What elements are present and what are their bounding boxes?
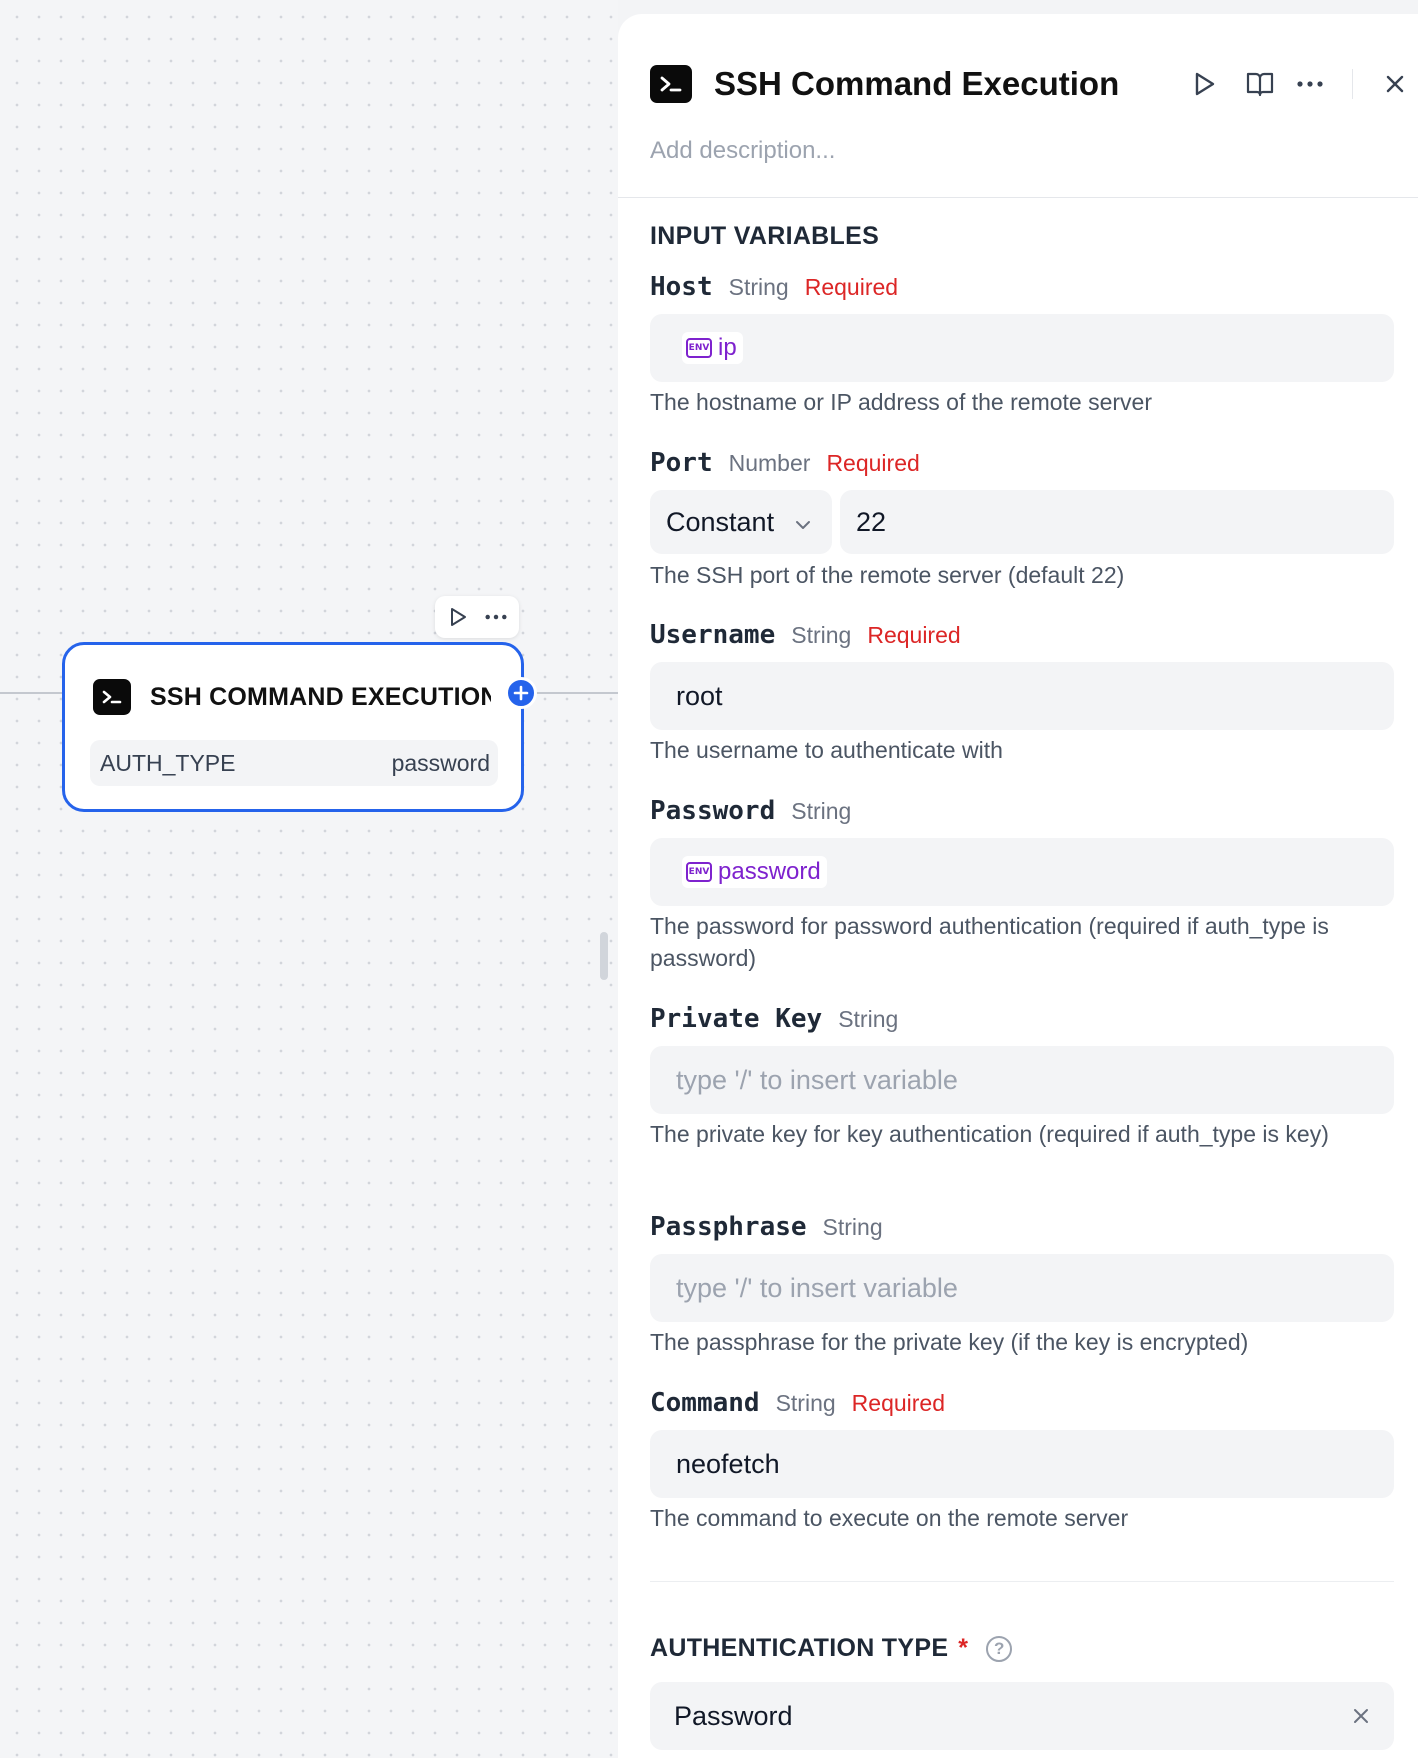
private-key-label: Private Key String <box>650 1004 899 1034</box>
required-asterisk: * <box>958 1634 969 1662</box>
password-label: Password String <box>650 796 852 826</box>
terminal-icon <box>93 679 131 715</box>
node-title: SSH COMMAND EXECUTION <box>150 682 491 711</box>
env-variable-chip[interactable]: ENV password <box>682 856 827 888</box>
help-circle-icon[interactable]: ? <box>986 1635 1013 1662</box>
section-divider <box>650 1581 1394 1582</box>
play-icon[interactable] <box>1186 66 1222 102</box>
workflow-canvas[interactable]: SSH COMMAND EXECUTION AUTH_TYPE password <box>0 0 618 1758</box>
username-input[interactable]: root <box>650 662 1394 730</box>
env-icon: ENV <box>686 338 712 358</box>
port-help: The SSH port of the remote server (defau… <box>650 562 1125 588</box>
port-mode-select[interactable]: Constant <box>650 490 832 554</box>
username-help: The username to authenticate with <box>650 737 1003 763</box>
description-input[interactable]: Add description... <box>650 137 835 165</box>
incoming-edge <box>0 692 64 694</box>
env-variable-chip[interactable]: ENV ip <box>682 332 743 364</box>
host-label: Host String Required <box>650 272 899 302</box>
add-node-plus-icon[interactable] <box>505 677 537 709</box>
private-key-input[interactable]: type '/' to insert variable <box>650 1046 1394 1114</box>
ssh-node[interactable]: SSH COMMAND EXECUTION AUTH_TYPE password <box>62 642 524 812</box>
more-dots-icon[interactable] <box>484 605 508 629</box>
private-key-help: The private key for key authentication (… <box>650 1121 1329 1147</box>
node-config-panel: SSH Command Execution Add description...… <box>618 14 1418 1758</box>
password-input[interactable]: ENV password <box>650 838 1394 906</box>
header-divider <box>1352 69 1353 99</box>
port-row: Constant 22 <box>650 490 1394 554</box>
auth-type-select[interactable]: Password <box>650 1682 1394 1750</box>
host-help: The hostname or IP address of the remote… <box>650 389 1152 415</box>
terminal-icon <box>650 65 692 103</box>
passphrase-label: Passphrase String <box>650 1212 883 1242</box>
required-badge: Required <box>826 450 920 476</box>
passphrase-help: The passphrase for the private key (if t… <box>650 1329 1249 1355</box>
env-icon: ENV <box>686 862 712 882</box>
node-header: SSH COMMAND EXECUTION <box>93 677 491 717</box>
book-icon[interactable] <box>1242 66 1278 102</box>
auth-type-title: AUTHENTICATION TYPE * ? <box>650 1634 1013 1663</box>
header-divider-line <box>618 197 1418 198</box>
more-dots-icon[interactable] <box>1292 66 1328 102</box>
host-input[interactable]: ENV ip <box>650 314 1394 382</box>
panel-title[interactable]: SSH Command Execution <box>714 65 1119 103</box>
required-badge: Required <box>851 1390 946 1416</box>
port-input[interactable]: 22 <box>840 490 1394 554</box>
panel-resize-handle[interactable] <box>600 932 608 980</box>
required-badge: Required <box>867 622 961 648</box>
outgoing-edge <box>536 692 618 694</box>
section-title-input-variables: INPUT VARIABLES <box>650 222 880 250</box>
command-help: The command to execute on the remote ser… <box>650 1505 1129 1531</box>
input-placeholder: type '/' to insert variable <box>676 1064 958 1095</box>
chevron-down-icon <box>794 507 812 538</box>
command-input[interactable]: neofetch <box>650 1430 1394 1498</box>
port-label: Port Number Required <box>650 448 920 478</box>
required-badge: Required <box>804 274 899 300</box>
passphrase-input[interactable]: type '/' to insert variable <box>650 1254 1394 1322</box>
play-icon[interactable] <box>446 605 470 629</box>
node-toolbar <box>435 596 519 638</box>
node-param-key: AUTH_TYPE <box>100 749 236 776</box>
panel-header-actions <box>1170 54 1413 114</box>
command-label: Command String Required <box>650 1388 946 1418</box>
password-help: The password for password authentication… <box>650 913 1329 971</box>
clear-icon[interactable] <box>1352 1701 1370 1732</box>
node-param-row: AUTH_TYPE password <box>90 740 498 786</box>
input-placeholder: type '/' to insert variable <box>676 1272 958 1303</box>
panel-header: SSH Command Execution <box>650 54 1418 114</box>
username-label: Username String Required <box>650 620 961 650</box>
close-icon[interactable] <box>1377 66 1413 102</box>
node-param-value: password <box>391 749 490 776</box>
